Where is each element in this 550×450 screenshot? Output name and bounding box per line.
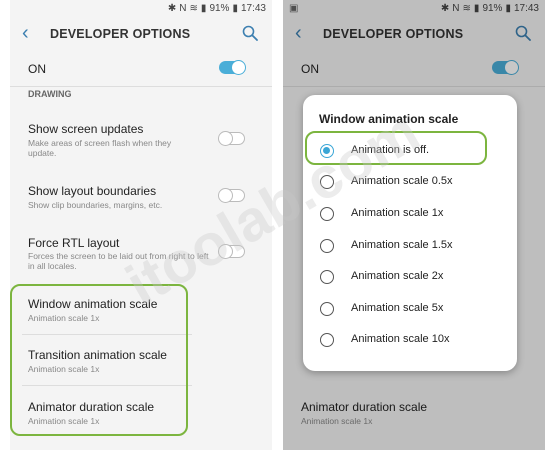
option-label: Animation scale 5x — [351, 302, 444, 314]
settings-screen: ✱ N ≋ ▮ 91% ▮ 17:43 ‹ DEVELOPER OPTIONS … — [10, 0, 272, 450]
nfc-icon: N — [179, 3, 187, 14]
setting-title: Show layout boundaries — [28, 184, 157, 198]
option-scale-5x[interactable]: Animation scale 5x — [303, 295, 517, 323]
status-bar: ✱ N ≋ ▮ 91% ▮ 17:43 — [10, 0, 272, 18]
radio-icon[interactable] — [320, 302, 334, 316]
page-title: DEVELOPER OPTIONS — [50, 27, 191, 41]
section-header-drawing: DRAWING — [28, 89, 72, 99]
option-scale-1x[interactable]: Animation scale 1x — [303, 200, 517, 228]
battery-icon: ▮ — [232, 3, 238, 14]
setting-title: Force RTL layout — [28, 236, 120, 250]
dialog-title: Window animation scale — [319, 112, 459, 126]
master-switch-label: ON — [28, 62, 46, 76]
setting-summary: Make areas of screen flash when they upd… — [28, 138, 172, 158]
animation-scale-dialog: Window animation scale Animation is off.… — [303, 95, 517, 371]
setting-summary: Forces the screen to be laid out from ri… — [28, 251, 209, 271]
search-icon[interactable] — [242, 25, 258, 43]
master-toggle[interactable] — [219, 60, 246, 75]
bluetooth-icon: ✱ — [167, 3, 177, 14]
status-icons: ✱ N ≋ ▮ 91% ▮ 17:43 — [168, 3, 266, 14]
option-scale-2x[interactable]: Animation scale 2x — [303, 263, 517, 291]
show-layout-boundaries-toggle[interactable] — [218, 188, 245, 203]
battery-percent: 91% — [209, 3, 230, 14]
setting-show-screen-updates[interactable]: Show screen updates Make areas of screen… — [10, 118, 272, 162]
highlight-box — [10, 284, 188, 436]
setting-title: Show screen updates — [28, 122, 144, 136]
option-scale-0-5x[interactable]: Animation scale 0.5x — [303, 168, 517, 196]
setting-show-layout-boundaries[interactable]: Show layout boundaries Show clip boundar… — [10, 180, 272, 214]
radio-icon[interactable] — [320, 207, 334, 221]
setting-force-rtl-layout[interactable]: Force RTL layout Forces the screen to be… — [10, 232, 272, 276]
option-label: Animation scale 0.5x — [351, 175, 453, 187]
radio-icon[interactable] — [320, 333, 334, 347]
divider — [10, 86, 272, 87]
signal-icon: ▮ — [200, 3, 207, 14]
option-scale-10x[interactable]: Animation scale 10x — [303, 326, 517, 354]
app-bar: ‹ DEVELOPER OPTIONS — [10, 18, 272, 52]
settings-screen-with-dialog: ▣ ✱ N ≋ ▮ 91% ▮ 17:43 ‹ DEVELOPER OPTION… — [283, 0, 545, 450]
option-label: Animation scale 1.5x — [351, 239, 453, 251]
back-arrow-icon[interactable]: ‹ — [22, 23, 29, 43]
option-label: Animation scale 1x — [351, 207, 444, 219]
radio-icon[interactable] — [320, 175, 334, 189]
setting-summary: Show clip boundaries, margins, etc. — [28, 200, 163, 210]
force-rtl-toggle[interactable] — [218, 244, 245, 259]
highlight-box — [305, 131, 487, 165]
radio-icon[interactable] — [320, 239, 334, 253]
radio-icon[interactable] — [320, 270, 334, 284]
clock: 17:43 — [240, 3, 266, 14]
show-screen-updates-toggle[interactable] — [218, 131, 245, 146]
option-label: Animation scale 2x — [351, 270, 444, 282]
option-label: Animation scale 10x — [351, 333, 450, 345]
wifi-icon: ≋ — [189, 3, 198, 14]
master-switch-row[interactable]: ON — [10, 52, 272, 84]
option-scale-1-5x[interactable]: Animation scale 1.5x — [303, 232, 517, 260]
